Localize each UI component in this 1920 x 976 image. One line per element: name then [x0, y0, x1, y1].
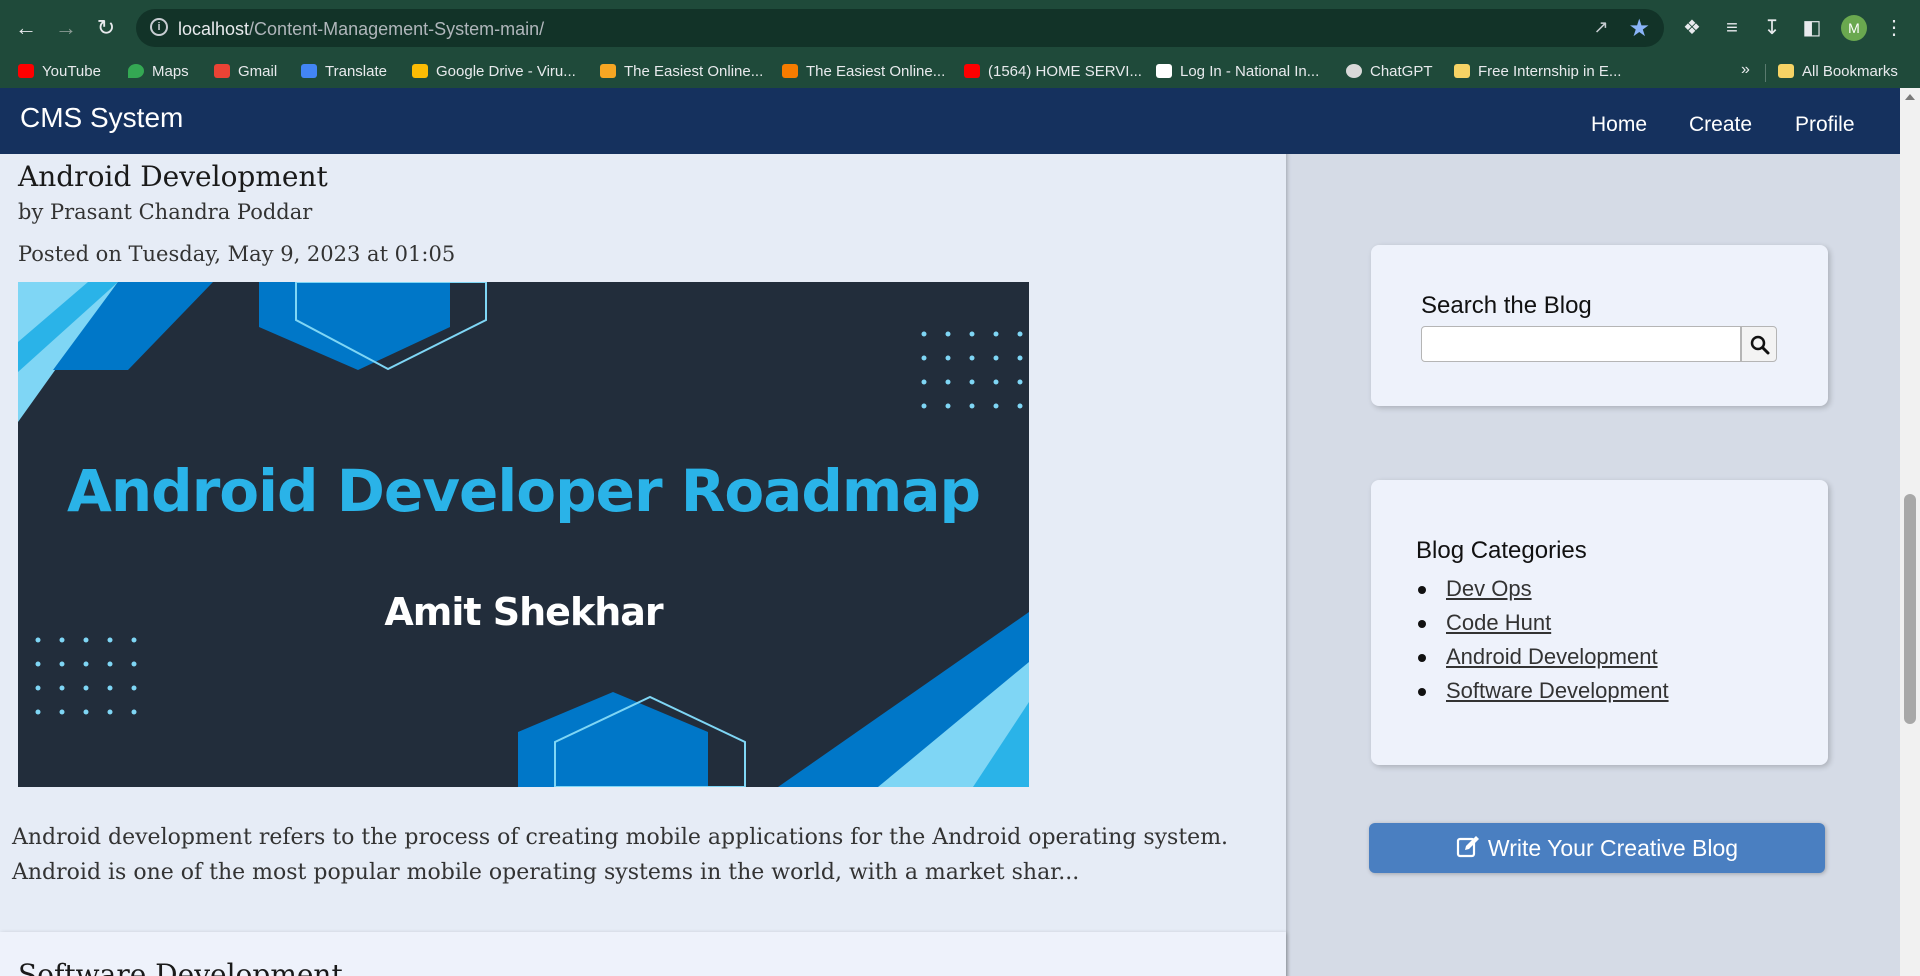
next-post-title[interactable]: Software Development	[18, 958, 343, 976]
extensions-icon[interactable]: ❖	[1678, 14, 1706, 42]
page-scrollbar[interactable]	[1900, 88, 1920, 976]
download-icon[interactable]: ↧	[1758, 14, 1786, 42]
clock-icon	[782, 64, 798, 78]
search-input[interactable]	[1421, 326, 1741, 362]
site-navbar: CMS System Home Create Profile	[0, 88, 1900, 154]
category-link-android-development[interactable]: Android Development	[1446, 644, 1658, 669]
cover-graphic	[18, 282, 1029, 787]
search-title: Search the Blog	[1421, 292, 1592, 319]
gmail-icon	[214, 64, 230, 78]
edit-icon	[1456, 836, 1479, 858]
scrollbar-thumb[interactable]	[1904, 494, 1916, 724]
bookmark-google-drive[interactable]: Google Drive - Viru...	[412, 62, 576, 82]
categories-list: Dev Ops Code Hunt Android Development So…	[1418, 572, 1669, 708]
categories-title: Blog Categories	[1416, 537, 1587, 564]
youtube-icon	[18, 64, 34, 78]
category-link-dev-ops[interactable]: Dev Ops	[1446, 576, 1532, 601]
nav-home-link[interactable]: Home	[1591, 113, 1647, 137]
drive-icon	[412, 64, 428, 78]
url-text[interactable]: localhost/Content-Management-System-main…	[178, 19, 544, 40]
write-blog-button[interactable]: Write Your Creative Blog	[1369, 823, 1825, 873]
post-cover-image[interactable]: Android Developer Roadmap Amit Shekhar	[18, 282, 1029, 787]
search-icon	[1750, 335, 1770, 355]
bookmark-label: Maps	[152, 63, 189, 80]
folder-icon	[1454, 64, 1470, 78]
reading-list-icon[interactable]: ≡	[1718, 14, 1746, 42]
bookmark-chatgpt[interactable]: ChatGPT	[1346, 62, 1433, 82]
youtube-icon	[964, 64, 980, 78]
browser-toolbar: ← → ↻ i localhost/Content-Management-Sys…	[0, 0, 1920, 56]
address-bar[interactable]: i localhost/Content-Management-System-ma…	[136, 9, 1664, 47]
bookmark-label: YouTube	[42, 63, 101, 80]
bookmark-easiest-online-2[interactable]: The Easiest Online...	[782, 62, 945, 82]
bookmark-home-servi[interactable]: (1564) HOME SERVI...	[964, 62, 1142, 82]
bookmark-label: The Easiest Online...	[806, 63, 946, 80]
site-brand[interactable]: CMS System	[20, 102, 183, 134]
category-item: Android Development	[1418, 640, 1669, 674]
bookmark-star-icon[interactable]: ★	[1628, 14, 1650, 43]
chatgpt-icon	[1346, 64, 1362, 78]
category-item: Dev Ops	[1418, 572, 1669, 606]
translate-icon	[301, 64, 317, 78]
bookmark-national-in[interactable]: Log In - National In...	[1156, 62, 1319, 82]
all-bookmarks-button[interactable]: All Bookmarks	[1778, 62, 1898, 82]
nav-create-link[interactable]: Create	[1689, 113, 1752, 137]
bookmark-label: Log In - National In...	[1180, 63, 1320, 80]
category-link-software-development[interactable]: Software Development	[1446, 678, 1669, 703]
url-host: localhost	[178, 19, 250, 39]
nav-profile-link[interactable]: Profile	[1795, 113, 1855, 137]
bookmark-label: Free Internship in E...	[1478, 63, 1622, 80]
ni-icon	[1156, 64, 1172, 78]
bookmark-gmail[interactable]: Gmail	[214, 62, 277, 82]
forward-arrow-icon[interactable]: →	[52, 14, 80, 42]
reload-icon[interactable]: ↻	[92, 14, 120, 42]
bookmark-translate[interactable]: Translate	[301, 62, 387, 82]
write-blog-label: Write Your Creative Blog	[1487, 835, 1739, 861]
bookmark-label: Gmail	[238, 63, 278, 80]
back-arrow-icon[interactable]: ←	[12, 14, 40, 42]
post-author: by Prasant Chandra Poddar	[18, 200, 313, 224]
site-info-icon[interactable]: i	[150, 18, 168, 36]
bookmark-label: Google Drive - Viru...	[436, 63, 576, 80]
post-excerpt: Android development refers to the proces…	[12, 825, 1229, 885]
bookmark-label: The Easiest Online...	[624, 63, 764, 80]
bookmark-youtube[interactable]: YouTube	[18, 62, 101, 82]
cover-title: Android Developer Roadmap	[67, 457, 981, 525]
side-panel-icon[interactable]: ◧	[1798, 14, 1826, 42]
scroll-up-icon[interactable]	[1905, 94, 1915, 100]
bookmark-easiest-online-1[interactable]: The Easiest Online...	[600, 62, 763, 82]
bookmark-maps[interactable]: Maps	[128, 62, 189, 82]
profile-avatar[interactable]: M	[1841, 15, 1867, 41]
maps-icon	[128, 64, 144, 78]
category-item: Code Hunt	[1418, 606, 1669, 640]
bookmark-label: Translate	[325, 63, 387, 80]
post-title[interactable]: Android Development	[18, 160, 328, 193]
bookmarks-divider	[1765, 64, 1766, 82]
cover-subtitle: Amit Shekhar	[384, 590, 663, 634]
dot-grid-bottom-left	[35, 637, 137, 715]
pencil-icon	[600, 64, 616, 78]
bookmark-free-internship[interactable]: Free Internship in E...	[1454, 62, 1621, 82]
page-viewport: CMS System Home Create Profile Android D…	[0, 88, 1900, 976]
url-path: /Content-Management-System-main/	[249, 19, 545, 39]
folder-icon	[1778, 64, 1794, 78]
all-bookmarks-label: All Bookmarks	[1802, 63, 1898, 80]
category-link-code-hunt[interactable]: Code Hunt	[1446, 610, 1551, 635]
bookmarks-bar: YouTube Maps Gmail Translate Google Driv…	[0, 56, 1920, 88]
bookmark-label: ChatGPT	[1370, 63, 1433, 80]
search-button[interactable]	[1741, 326, 1777, 362]
category-item: Software Development	[1418, 674, 1669, 708]
bookmark-label: (1564) HOME SERVI...	[988, 63, 1142, 80]
menu-kebab-icon[interactable]: ⋮	[1880, 14, 1908, 42]
share-icon[interactable]: ↗	[1590, 17, 1612, 39]
bookmarks-overflow-button[interactable]: »	[1741, 61, 1750, 79]
post-date: Posted on Tuesday, May 9, 2023 at 01:05	[18, 242, 456, 266]
dot-grid-top-right	[921, 331, 1023, 409]
